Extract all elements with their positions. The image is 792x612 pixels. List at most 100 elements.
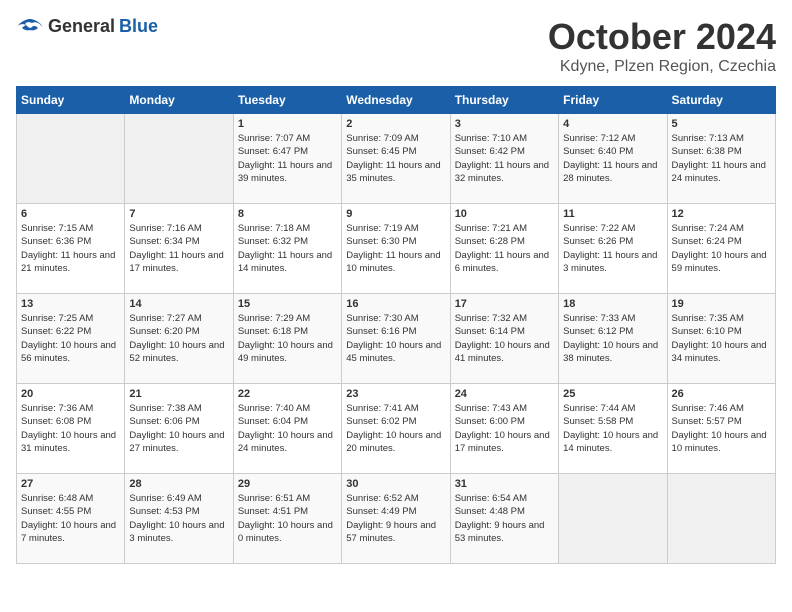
logo-general-text: General	[48, 16, 115, 37]
day-number: 13	[21, 298, 120, 310]
calendar-cell: 16 Sunrise: 7:30 AMSunset: 6:16 PMDayligh…	[342, 294, 450, 384]
calendar-cell: 23 Sunrise: 7:41 AMSunset: 6:02 PMDayligh…	[342, 384, 450, 474]
calendar-cell: 27Sunrise: 6:48 AMSunset: 4:55 PMDayligh…	[17, 474, 125, 564]
cell-info: Sunrise: 7:36 AMSunset: 6:08 PMDaylight:…	[21, 402, 120, 455]
day-number: 31	[455, 478, 554, 490]
calendar-cell: 3 Sunrise: 7:10 AMSunset: 6:42 PMDaylight…	[450, 114, 558, 204]
calendar-cell: 8 Sunrise: 7:18 AMSunset: 6:32 PMDaylight…	[233, 204, 341, 294]
calendar-cell: 1 Sunrise: 7:07 AMSunset: 6:47 PMDaylight…	[233, 114, 341, 204]
calendar-cell	[17, 114, 125, 204]
calendar-cell: 15Sunrise: 7:29 AMSunset: 6:18 PMDayligh…	[233, 294, 341, 384]
cell-info: Sunrise: 7:10 AMSunset: 6:42 PMDaylight:…	[455, 132, 554, 185]
calendar-cell: 30 Sunrise: 6:52 AMSunset: 4:49 PMDayligh…	[342, 474, 450, 564]
day-number: 14	[129, 298, 228, 310]
calendar-cell: 18 Sunrise: 7:33 AMSunset: 6:12 PMDayligh…	[559, 294, 667, 384]
day-number: 3	[455, 118, 554, 130]
day-number: 17	[455, 298, 554, 310]
calendar-week-row: 20 Sunrise: 7:36 AMSunset: 6:08 PMDayligh…	[17, 384, 776, 474]
calendar-header-row: SundayMondayTuesdayWednesdayThursdayFrid…	[17, 87, 776, 114]
calendar-cell: 28Sunrise: 6:49 AMSunset: 4:53 PMDayligh…	[125, 474, 233, 564]
cell-info: Sunrise: 7:46 AMSunset: 5:57 PMDaylight:…	[672, 402, 771, 455]
location-title: Kdyne, Plzen Region, Czechia	[548, 58, 776, 76]
cell-info: Sunrise: 7:25 AMSunset: 6:22 PMDaylight:…	[21, 312, 120, 365]
cell-info: Sunrise: 6:54 AMSunset: 4:48 PMDaylight:…	[455, 492, 554, 545]
day-number: 23	[346, 388, 445, 400]
day-number: 20	[21, 388, 120, 400]
calendar-cell: 26 Sunrise: 7:46 AMSunset: 5:57 PMDayligh…	[667, 384, 775, 474]
cell-info: Sunrise: 7:12 AMSunset: 6:40 PMDaylight:…	[563, 132, 662, 185]
day-number: 4	[563, 118, 662, 130]
calendar-cell: 17Sunrise: 7:32 AMSunset: 6:14 PMDayligh…	[450, 294, 558, 384]
cell-info: Sunrise: 7:33 AMSunset: 6:12 PMDaylight:…	[563, 312, 662, 365]
cell-info: Sunrise: 7:21 AMSunset: 6:28 PMDaylight:…	[455, 222, 554, 275]
calendar-table: SundayMondayTuesdayWednesdayThursdayFrid…	[16, 86, 776, 564]
day-number: 5	[672, 118, 771, 130]
calendar-cell	[667, 474, 775, 564]
calendar-cell: 19 Sunrise: 7:35 AMSunset: 6:10 PMDayligh…	[667, 294, 775, 384]
day-number: 7	[129, 208, 228, 220]
calendar-cell: 20 Sunrise: 7:36 AMSunset: 6:08 PMDayligh…	[17, 384, 125, 474]
cell-info: Sunrise: 7:30 AMSunset: 6:16 PMDaylight:…	[346, 312, 445, 365]
cell-info: Sunrise: 7:38 AMSunset: 6:06 PMDaylight:…	[129, 402, 228, 455]
day-of-week-header: Friday	[559, 87, 667, 114]
calendar-cell: 6Sunrise: 7:15 AMSunset: 6:36 PMDaylight…	[17, 204, 125, 294]
cell-info: Sunrise: 7:41 AMSunset: 6:02 PMDaylight:…	[346, 402, 445, 455]
day-of-week-header: Monday	[125, 87, 233, 114]
cell-info: Sunrise: 7:18 AMSunset: 6:32 PMDaylight:…	[238, 222, 337, 275]
cell-info: Sunrise: 7:40 AMSunset: 6:04 PMDaylight:…	[238, 402, 337, 455]
day-of-week-header: Tuesday	[233, 87, 341, 114]
day-number: 26	[672, 388, 771, 400]
calendar-cell: 12Sunrise: 7:24 AMSunset: 6:24 PMDayligh…	[667, 204, 775, 294]
cell-info: Sunrise: 7:35 AMSunset: 6:10 PMDaylight:…	[672, 312, 771, 365]
logo-bird-icon	[16, 17, 44, 37]
cell-info: Sunrise: 7:44 AMSunset: 5:58 PMDaylight:…	[563, 402, 662, 455]
day-number: 22	[238, 388, 337, 400]
logo: General Blue	[16, 16, 158, 37]
calendar-cell	[125, 114, 233, 204]
calendar-cell: 11Sunrise: 7:22 AMSunset: 6:26 PMDayligh…	[559, 204, 667, 294]
cell-info: Sunrise: 6:51 AMSunset: 4:51 PMDaylight:…	[238, 492, 337, 545]
cell-info: Sunrise: 7:07 AMSunset: 6:47 PMDaylight:…	[238, 132, 337, 185]
day-of-week-header: Sunday	[17, 87, 125, 114]
cell-info: Sunrise: 7:43 AMSunset: 6:00 PMDaylight:…	[455, 402, 554, 455]
calendar-cell: 22 Sunrise: 7:40 AMSunset: 6:04 PMDayligh…	[233, 384, 341, 474]
day-number: 16	[346, 298, 445, 310]
day-number: 8	[238, 208, 337, 220]
day-number: 30	[346, 478, 445, 490]
cell-info: Sunrise: 7:27 AMSunset: 6:20 PMDaylight:…	[129, 312, 228, 365]
day-number: 18	[563, 298, 662, 310]
title-area: October 2024 Kdyne, Plzen Region, Czechi…	[548, 16, 776, 76]
cell-info: Sunrise: 7:29 AMSunset: 6:18 PMDaylight:…	[238, 312, 337, 365]
month-title: October 2024	[548, 16, 776, 58]
day-number: 29	[238, 478, 337, 490]
day-number: 1	[238, 118, 337, 130]
cell-info: Sunrise: 7:13 AMSunset: 6:38 PMDaylight:…	[672, 132, 771, 185]
calendar-cell: 25 Sunrise: 7:44 AMSunset: 5:58 PMDayligh…	[559, 384, 667, 474]
calendar-cell: 31 Sunrise: 6:54 AMSunset: 4:48 PMDayligh…	[450, 474, 558, 564]
calendar-cell: 13 Sunrise: 7:25 AMSunset: 6:22 PMDayligh…	[17, 294, 125, 384]
calendar-cell: 7 Sunrise: 7:16 AMSunset: 6:34 PMDaylight…	[125, 204, 233, 294]
calendar-cell: 4 Sunrise: 7:12 AMSunset: 6:40 PMDaylight…	[559, 114, 667, 204]
calendar-week-row: 27Sunrise: 6:48 AMSunset: 4:55 PMDayligh…	[17, 474, 776, 564]
day-of-week-header: Saturday	[667, 87, 775, 114]
cell-info: Sunrise: 7:24 AMSunset: 6:24 PMDaylight:…	[672, 222, 771, 275]
day-number: 9	[346, 208, 445, 220]
calendar-cell: 14 Sunrise: 7:27 AMSunset: 6:20 PMDayligh…	[125, 294, 233, 384]
cell-info: Sunrise: 7:16 AMSunset: 6:34 PMDaylight:…	[129, 222, 228, 275]
calendar-cell: 9Sunrise: 7:19 AMSunset: 6:30 PMDaylight…	[342, 204, 450, 294]
logo-blue-text: Blue	[119, 16, 158, 37]
calendar-cell: 2Sunrise: 7:09 AMSunset: 6:45 PMDaylight…	[342, 114, 450, 204]
day-number: 21	[129, 388, 228, 400]
calendar-cell: 24 Sunrise: 7:43 AMSunset: 6:00 PMDayligh…	[450, 384, 558, 474]
day-number: 25	[563, 388, 662, 400]
calendar-cell: 29 Sunrise: 6:51 AMSunset: 4:51 PMDayligh…	[233, 474, 341, 564]
day-number: 19	[672, 298, 771, 310]
cell-info: Sunrise: 6:52 AMSunset: 4:49 PMDaylight:…	[346, 492, 445, 545]
cell-info: Sunrise: 6:48 AMSunset: 4:55 PMDaylight:…	[21, 492, 120, 545]
day-number: 24	[455, 388, 554, 400]
day-number: 10	[455, 208, 554, 220]
day-number: 11	[563, 208, 662, 220]
calendar-week-row: 1 Sunrise: 7:07 AMSunset: 6:47 PMDaylight…	[17, 114, 776, 204]
day-number: 6	[21, 208, 120, 220]
calendar-cell: 5 Sunrise: 7:13 AMSunset: 6:38 PMDaylight…	[667, 114, 775, 204]
